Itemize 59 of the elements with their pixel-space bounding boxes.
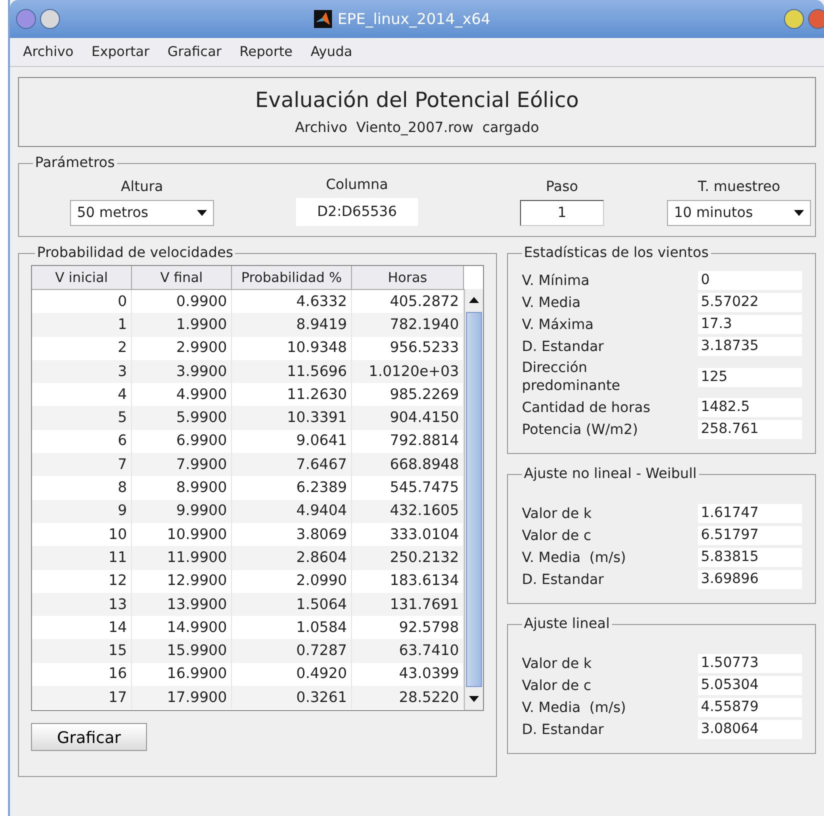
field-label: Paso bbox=[546, 179, 578, 195]
menu-item[interactable]: Exportar bbox=[84, 44, 156, 60]
stat-label: V. Máxima bbox=[522, 316, 595, 334]
plot-button[interactable]: Graficar bbox=[31, 723, 147, 751]
stat-label: D. Estandar bbox=[522, 338, 605, 356]
stat-label: Valor de c bbox=[522, 676, 592, 694]
stat-value: 3.08064 bbox=[698, 720, 802, 739]
stat-label: Dirección predominante bbox=[522, 359, 622, 395]
menu-item[interactable]: Archivo bbox=[16, 44, 80, 60]
stat-label: Valor de c bbox=[522, 526, 592, 544]
stat-value: 258.761 bbox=[698, 420, 802, 439]
app-heading: Evaluación del Potencial Eólico bbox=[255, 88, 579, 112]
table-cell: 17.9900 bbox=[132, 686, 232, 710]
stat-value: 1.50773 bbox=[698, 654, 802, 673]
stat-value: 125 bbox=[698, 368, 802, 386]
stat-label: Valor de k bbox=[522, 654, 593, 672]
stat-value: 6.51797 bbox=[698, 526, 802, 545]
group-title: Estadísticas de los vientos bbox=[522, 245, 710, 261]
stat-value: 1.61747 bbox=[698, 504, 802, 523]
table-cell: 0.3261 bbox=[232, 686, 352, 710]
dropdown[interactable]: 10 minutos bbox=[667, 200, 811, 226]
stat-value: 0 bbox=[698, 271, 802, 290]
group-title: Probabilidad de velocidades bbox=[36, 245, 234, 261]
table-cell: 17 bbox=[32, 686, 132, 710]
window-title: EPE_linux_2014_x64 bbox=[338, 10, 490, 28]
group-title: Parámetros bbox=[34, 155, 116, 171]
stat-label: D. Estandar bbox=[522, 570, 605, 588]
stat-label: V. Media bbox=[522, 294, 582, 312]
column-value: D2:D65536 bbox=[296, 198, 418, 226]
file-status: Archivo Viento_2007.row cargado bbox=[294, 120, 540, 136]
stat-value: 1482.5 bbox=[698, 398, 802, 417]
stat-value: 5.05304 bbox=[698, 676, 802, 695]
stat-value: 4.55879 bbox=[698, 698, 802, 717]
column-header[interactable]: V inicial bbox=[32, 266, 132, 289]
field-label: Columna bbox=[326, 177, 388, 193]
group-title: Ajuste no lineal - Weibull bbox=[522, 466, 698, 482]
group-title: Ajuste lineal bbox=[522, 616, 611, 632]
menu-item[interactable]: Ayuda bbox=[304, 44, 360, 60]
stat-value: 3.69896 bbox=[698, 570, 802, 589]
menu-item[interactable]: Reporte bbox=[232, 44, 300, 60]
stat-value: 5.83815 bbox=[698, 548, 802, 567]
stat-label: V. Media (m/s) bbox=[522, 548, 628, 566]
column-header[interactable]: V final bbox=[132, 266, 232, 289]
stat-label: V. Media (m/s) bbox=[522, 698, 628, 716]
stat-label: Valor de k bbox=[522, 504, 593, 522]
input-field[interactable]: 1 bbox=[520, 200, 604, 226]
stat-label: Potencia (W/m2) bbox=[522, 420, 639, 438]
stat-value: 17.3 bbox=[698, 315, 802, 334]
stat-label: V. Mínima bbox=[522, 272, 590, 290]
stat-value: 5.57022 bbox=[698, 293, 802, 312]
column-header[interactable]: Horas bbox=[352, 266, 464, 289]
field-label: Altura bbox=[120, 179, 164, 195]
column-header[interactable]: Probabilidad % bbox=[232, 266, 352, 289]
dropdown[interactable]: 50 metros bbox=[70, 200, 214, 226]
stat-label: Cantidad de horas bbox=[522, 398, 652, 416]
stat-label: D. Estandar bbox=[522, 720, 605, 738]
stat-value: 3.18735 bbox=[698, 337, 802, 356]
menu-item[interactable]: Graficar bbox=[160, 44, 229, 60]
field-label: T. muestreo bbox=[698, 179, 780, 195]
